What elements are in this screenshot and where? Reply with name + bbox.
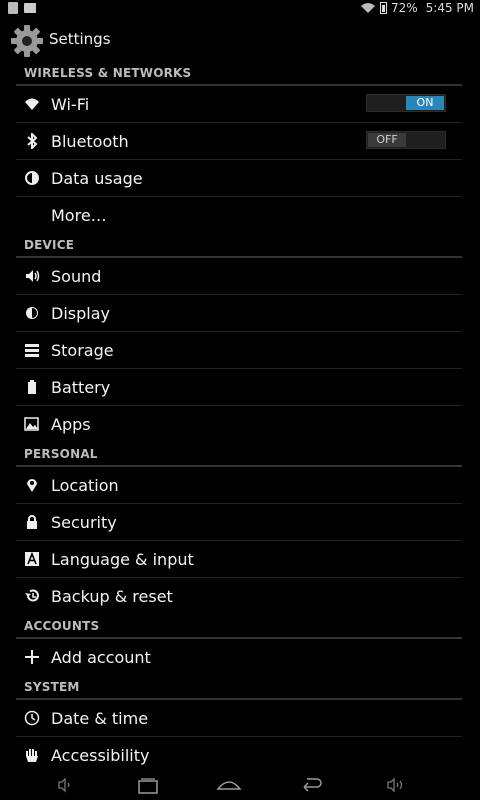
settings-item-label: More… (51, 206, 107, 225)
settings-item-display[interactable]: Display (16, 295, 462, 332)
status-bar: 72% 5:45 PM (0, 0, 480, 18)
settings-item-label: Display (51, 304, 110, 323)
settings-gear-icon[interactable] (10, 24, 44, 58)
settings-item-label: Storage (51, 341, 114, 360)
wifi-toggle[interactable]: ON (366, 94, 446, 112)
action-bar: Settings (0, 18, 480, 62)
status-right: 72% 5:45 PM (360, 1, 474, 15)
toggle-state-off: OFF (368, 133, 406, 147)
settings-item-date-time[interactable]: Date & time (16, 700, 462, 737)
accessibility-hand-icon (26, 749, 38, 762)
settings-item-label: Language & input (51, 550, 194, 569)
settings-item-security[interactable]: Security (16, 504, 462, 541)
settings-item-label: Backup & reset (51, 587, 173, 606)
lock-icon (27, 515, 37, 529)
storage-icon (25, 344, 39, 357)
settings-item-label: Sound (51, 267, 102, 286)
section-header-system: SYSTEM (16, 676, 462, 700)
home-icon[interactable] (215, 773, 243, 797)
page-title: Settings (49, 30, 111, 48)
wifi-signal-icon (360, 3, 375, 13)
bluetooth-icon (27, 133, 38, 149)
settings-item-language[interactable]: Language & input (16, 541, 462, 578)
settings-item-battery[interactable]: Battery (16, 369, 462, 406)
battery-icon (379, 2, 387, 14)
settings-item-label: Security (51, 513, 117, 532)
section-header-wireless: WIRELESS & NETWORKS (16, 62, 462, 86)
navigation-bar (0, 770, 480, 800)
location-pin-icon (27, 479, 37, 492)
section-header-accounts: ACCOUNTS (16, 615, 462, 639)
settings-item-bluetooth[interactable]: Bluetooth OFF (16, 123, 462, 160)
settings-item-label: Apps (51, 415, 91, 434)
settings-item-apps[interactable]: Apps (16, 406, 462, 443)
clock-icon (24, 710, 40, 726)
display-brightness-icon (26, 307, 38, 319)
battery-icon (28, 380, 36, 394)
toggle-state-on: ON (406, 96, 444, 110)
settings-item-label: Location (51, 476, 119, 495)
wifi-icon (25, 98, 39, 110)
settings-item-accessibility[interactable]: Accessibility (16, 737, 462, 770)
bluetooth-toggle[interactable]: OFF (366, 131, 446, 149)
settings-item-wifi[interactable]: Wi-Fi ON (16, 86, 462, 123)
settings-item-location[interactable]: Location (16, 467, 462, 504)
settings-item-backup[interactable]: Backup & reset (16, 578, 462, 615)
sound-icon (26, 270, 40, 282)
notification-icons (8, 2, 36, 14)
volume-up-icon[interactable] (382, 773, 410, 797)
section-header-personal: PERSONAL (16, 443, 462, 467)
back-icon[interactable] (298, 773, 326, 797)
settings-item-label: Accessibility (51, 746, 150, 765)
settings-item-add-account[interactable]: Add account (16, 639, 462, 676)
settings-item-label: Add account (51, 648, 151, 667)
language-keyboard-icon (25, 551, 39, 566)
apps-icon (24, 417, 39, 431)
settings-item-label: Battery (51, 378, 111, 397)
settings-item-sound[interactable]: Sound (16, 258, 462, 295)
settings-list[interactable]: WIRELESS & NETWORKS Wi-Fi ON Bluetooth O… (16, 62, 462, 770)
settings-item-label: Date & time (51, 709, 149, 728)
settings-item-storage[interactable]: Storage (16, 332, 462, 369)
clock: 5:45 PM (425, 1, 474, 15)
data-usage-icon (25, 171, 39, 185)
plus-icon (25, 650, 39, 664)
settings-item-data-usage[interactable]: Data usage (16, 160, 462, 197)
image-notification-icon (24, 3, 36, 13)
settings-item-label: Data usage (51, 169, 143, 188)
volume-down-icon[interactable] (50, 773, 78, 797)
sd-card-icon (8, 2, 18, 14)
settings-item-label: Bluetooth (51, 132, 129, 151)
battery-percentage: 72% (390, 1, 418, 15)
backup-restore-icon (25, 589, 39, 602)
settings-item-more[interactable]: More… (16, 197, 462, 234)
recent-apps-icon[interactable] (134, 773, 162, 797)
section-header-device: DEVICE (16, 234, 462, 258)
settings-item-label: Wi-Fi (51, 95, 90, 114)
